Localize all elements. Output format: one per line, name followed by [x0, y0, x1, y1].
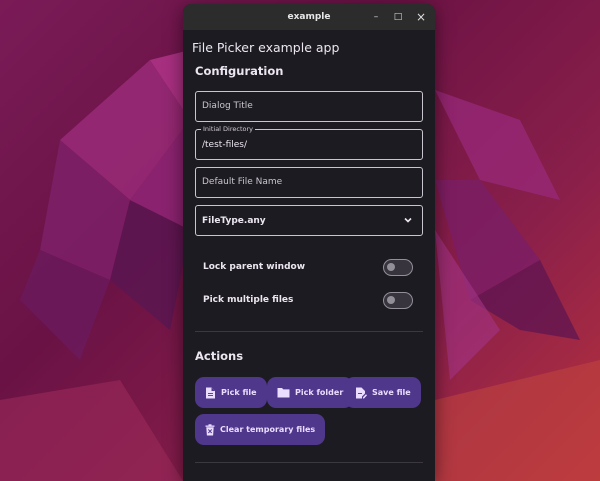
toggle-knob	[387, 296, 395, 304]
initial-directory-label: Initial Directory	[201, 125, 256, 133]
pick-multiple-files-row: Pick multiple files	[203, 291, 413, 311]
initial-directory-field[interactable]: Initial Directory /test-files/	[195, 125, 423, 160]
save-file-label: Save file	[372, 388, 411, 397]
chevron-down-icon	[404, 217, 412, 223]
clear-temporary-files-button[interactable]: Clear temporary files	[195, 414, 326, 445]
default-file-name-field[interactable]: Default File Name	[195, 167, 423, 198]
window-titlebar[interactable]: example – □ ×	[183, 4, 435, 30]
lock-parent-window-row: Lock parent window	[203, 258, 413, 278]
configuration-heading: Configuration	[195, 64, 284, 78]
save-file-button[interactable]: Save file	[345, 377, 421, 408]
actions-heading: Actions	[195, 349, 244, 363]
file-type-value: FileType.any	[202, 216, 266, 226]
section-divider	[195, 462, 423, 463]
folder-icon	[277, 388, 290, 398]
pick-folder-button[interactable]: Pick folder	[267, 377, 354, 408]
app-window: example – □ × File Picker example app Co…	[183, 4, 435, 481]
save-file-icon	[356, 387, 367, 398]
dialog-title-field[interactable]: Dialog Title	[195, 91, 423, 122]
section-divider	[195, 331, 423, 332]
default-file-name-placeholder: Default File Name	[202, 177, 283, 187]
close-icon[interactable]: ×	[414, 10, 428, 24]
pick-multiple-files-label: Pick multiple files	[203, 295, 294, 305]
dialog-title-placeholder: Dialog Title	[202, 101, 253, 111]
delete-icon	[205, 423, 215, 435]
window-title: example	[287, 12, 331, 22]
maximize-icon[interactable]: □	[391, 10, 405, 24]
clear-temporary-files-label: Clear temporary files	[220, 425, 316, 434]
pick-multiple-files-toggle[interactable]	[383, 292, 413, 309]
file-type-select[interactable]: FileType.any	[195, 205, 423, 236]
initial-directory-value: /test-files/	[202, 140, 247, 150]
file-icon	[206, 387, 215, 398]
pick-folder-label: Pick folder	[295, 388, 344, 397]
pick-file-label: Pick file	[221, 388, 257, 397]
pick-file-button[interactable]: Pick file	[195, 377, 267, 408]
lock-parent-window-toggle[interactable]	[383, 259, 413, 276]
minimize-icon[interactable]: –	[369, 10, 383, 24]
app-title: File Picker example app	[192, 40, 340, 55]
lock-parent-window-label: Lock parent window	[203, 262, 306, 272]
toggle-knob	[387, 263, 395, 271]
